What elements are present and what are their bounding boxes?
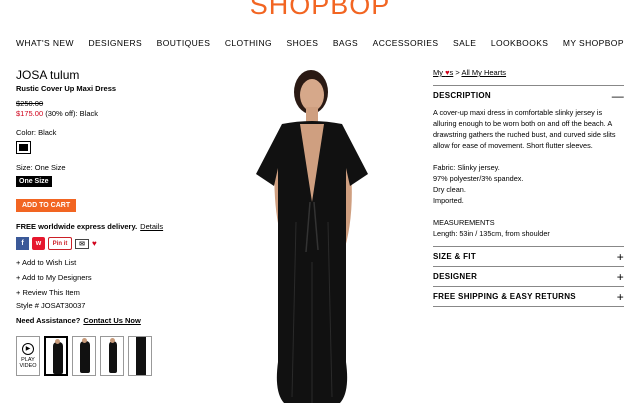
thumbnail-strip: ▶ PLAY VIDEO: [16, 336, 152, 376]
play-video-label: PLAY VIDEO: [19, 357, 37, 369]
sale-price: $175.00: [16, 109, 44, 118]
composition-text: 97% polyester/3% spandex.: [433, 174, 524, 183]
shopbop-logo[interactable]: SHOPBOP: [0, 0, 640, 22]
product-image[interactable]: [200, 62, 420, 403]
description-body: A cover-up maxi dress in comfortable sli…: [433, 105, 624, 246]
expand-icon[interactable]: +: [617, 271, 624, 283]
nav-shoes[interactable]: SHOES: [287, 38, 319, 48]
all-my-hearts-link[interactable]: All My Hearts: [461, 68, 506, 77]
expand-icon[interactable]: +: [617, 291, 624, 303]
size-label: Size: One Size: [16, 163, 66, 172]
social-share: f w Pin it ✉ ♥: [16, 237, 191, 250]
shipping-header[interactable]: FREE SHIPPING & EASY RETURNS +: [433, 286, 624, 307]
designer-header[interactable]: DESIGNER +: [433, 266, 624, 286]
measurements-text: Length: 53in / 135cm, from shoulder: [433, 229, 550, 238]
size-fit-title: SIZE & FIT: [433, 252, 476, 261]
description-title: DESCRIPTION: [433, 91, 491, 100]
delivery-info: FREE worldwide express delivery. Details: [16, 222, 191, 231]
thumbnail-3[interactable]: [100, 336, 124, 376]
collapse-icon[interactable]: —: [612, 90, 624, 102]
color-label: Color: Black: [16, 128, 57, 137]
description-header[interactable]: DESCRIPTION —: [433, 85, 624, 105]
expand-icon[interactable]: +: [617, 251, 624, 263]
email-icon[interactable]: ✉: [75, 238, 89, 249]
product-details-panel: My ♥s > All My Hearts DESCRIPTION — A co…: [433, 68, 624, 307]
nav-bags[interactable]: BAGS: [333, 38, 358, 48]
product-brand[interactable]: JOSA tulum: [16, 68, 191, 82]
origin-text: Imported.: [433, 196, 464, 205]
product-info: JOSA tulum Rustic Cover Up Maxi Dress $2…: [16, 68, 191, 325]
delivery-text: FREE worldwide express delivery.: [16, 222, 138, 231]
measurements-title: MEASUREMENTS: [433, 218, 495, 227]
nav-whats-new[interactable]: WHAT'S NEW: [16, 38, 74, 48]
play-video-button[interactable]: ▶ PLAY VIDEO: [16, 336, 40, 376]
size-one-size-button[interactable]: One Size: [16, 176, 52, 187]
designer-title: DESIGNER: [433, 272, 478, 281]
main-nav: WHAT'S NEW DESIGNERS BOUTIQUES CLOTHING …: [16, 38, 624, 48]
nav-clothing[interactable]: CLOTHING: [225, 38, 272, 48]
nav-lookbooks[interactable]: LOOKBOOKS: [491, 38, 548, 48]
sale-price-line: $175.00 (30% off): Black: [16, 109, 191, 118]
contact-us-link[interactable]: Contact Us Now: [83, 316, 141, 325]
add-to-wish-list-link[interactable]: + Add to Wish List: [16, 255, 191, 270]
sale-note: (30% off): Black: [43, 109, 99, 118]
nav-boutiques[interactable]: BOUTIQUES: [157, 38, 211, 48]
original-price: $250.00: [16, 99, 44, 108]
nav-designers[interactable]: DESIGNERS: [88, 38, 142, 48]
model-in-black-maxi-dress: [256, 70, 368, 403]
fabric-text: Fabric: Slinky jersey.: [433, 163, 500, 172]
review-item-link[interactable]: + Review This Item: [16, 285, 191, 300]
assistance: Need Assistance? Contact Us Now: [16, 316, 191, 325]
delivery-details-link[interactable]: Details: [140, 222, 163, 231]
thumbnail-1[interactable]: [44, 336, 68, 376]
thumbnail-4[interactable]: [128, 336, 152, 376]
heart-icon[interactable]: ♥: [92, 239, 97, 248]
product-name: Rustic Cover Up Maxi Dress: [16, 84, 117, 93]
style-number: Style # JOSAT30037: [16, 301, 86, 310]
pinterest-icon[interactable]: Pin it: [48, 237, 72, 250]
nav-accessories[interactable]: ACCESSORIES: [373, 38, 439, 48]
care-text: Dry clean.: [433, 185, 466, 194]
play-icon: ▶: [22, 343, 34, 355]
my-hearts-link[interactable]: My ♥s: [433, 68, 453, 77]
product-actions: + Add to Wish List + Add to My Designers…: [16, 255, 191, 300]
thumbnail-2[interactable]: [72, 336, 96, 376]
hearts-breadcrumb: My ♥s > All My Hearts: [433, 68, 624, 77]
shipping-title: FREE SHIPPING & EASY RETURNS: [433, 292, 576, 301]
add-to-my-designers-link[interactable]: + Add to My Designers: [16, 270, 191, 285]
nav-sale[interactable]: SALE: [453, 38, 476, 48]
nav-my-shopbop[interactable]: MY SHOPBOP: [563, 38, 624, 48]
description-text: A cover-up maxi dress in comfortable sli…: [433, 108, 616, 150]
size-fit-header[interactable]: SIZE & FIT +: [433, 246, 624, 266]
weibo-icon[interactable]: w: [32, 237, 45, 250]
breadcrumb-separator: >: [455, 68, 460, 77]
color-swatch-black[interactable]: [16, 141, 31, 154]
assistance-label: Need Assistance?: [16, 316, 81, 325]
facebook-icon[interactable]: f: [16, 237, 29, 250]
add-to-cart-button[interactable]: ADD TO CART: [16, 199, 77, 212]
